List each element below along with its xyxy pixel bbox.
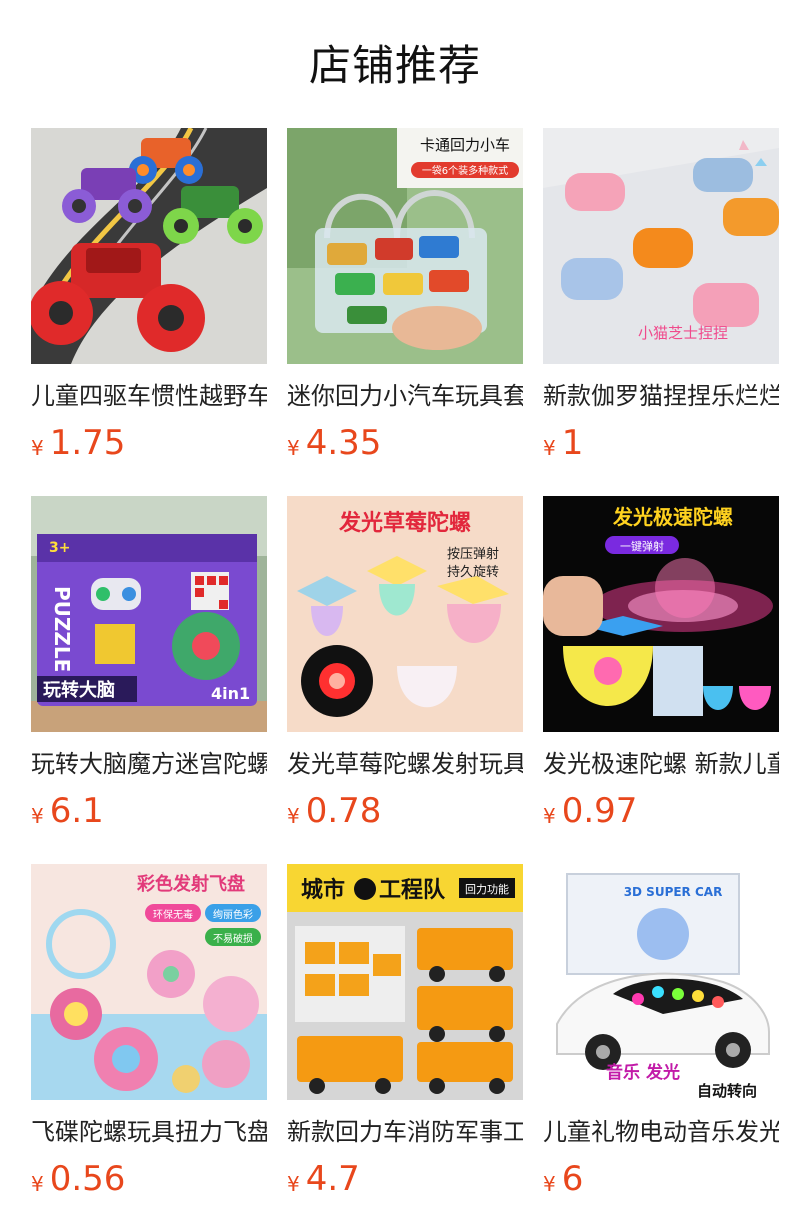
image-text: 一袋6个装多种款式 [422,164,508,177]
price-amount: 4.7 [305,1159,360,1199]
product-name[interactable]: 新款回力车消防军事工程 [287,1112,523,1152]
currency-symbol: ¥ [543,804,556,828]
image-text: 不易破损 [213,932,253,945]
store-recommendations-page: 店铺推荐 儿童四驱车惯性越野车 ¥ 1.75 卡通回力小车 一袋6个装多种款式 … [0,0,790,1232]
currency-symbol: ¥ [287,804,300,828]
product-image[interactable]: 3+ PUZZLE 玩转大脑 4in1 [31,496,267,732]
product-name[interactable]: 儿童四驱车惯性越野车 [31,376,267,416]
price-amount: 6 [561,1159,584,1199]
product-image[interactable]: 3D SUPER CAR 音乐 发光 自动转向 [543,864,779,1100]
image-text: 3D SUPER CAR [624,885,723,899]
product-card[interactable]: 儿童四驱车惯性越野车 ¥1.75 [31,128,267,468]
price-amount: 6.1 [49,791,104,831]
product-name[interactable]: 儿童礼物电动音乐发光车 [543,1112,779,1152]
currency-symbol: ¥ [31,1172,44,1196]
product-image[interactable] [31,128,267,364]
image-text: 发光极速陀螺 [612,505,733,529]
product-name[interactable]: 玩转大脑魔方迷宫陀螺 [31,744,267,784]
product-name[interactable]: 发光极速陀螺 新款儿童 [543,744,779,784]
product-price: ¥1.75 [31,420,267,466]
image-text: 一键弹射 [620,539,664,553]
price-amount: 0.78 [305,791,382,831]
image-text: 回力功能 [465,882,509,896]
product-image[interactable]: 发光极速陀螺 一键弹射 [543,496,779,732]
product-price: ¥6 [543,1156,779,1202]
currency-symbol: ¥ [287,436,300,460]
image-text: 绚丽色彩 [213,908,253,921]
product-image[interactable]: 小猫芝士捏捏 [543,128,779,364]
product-name[interactable]: 迷你回力小汽车玩具套装 [287,376,523,416]
product-card[interactable]: 发光极速陀螺 一键弹射 发光极速陀螺 新款儿童 ¥0.97 [543,496,779,836]
product-card[interactable]: 3+ PUZZLE 玩转大脑 4in1 玩转大脑魔方迷宫陀螺 ¥ 6.1 [31,496,267,836]
product-card[interactable]: 小猫芝士捏捏 新款伽罗猫捏捏乐烂烂 ¥1 [543,128,779,468]
image-text: 按压弹射 [447,546,499,562]
product-name[interactable]: 飞碟陀螺玩具扭力飞盘 [31,1112,267,1152]
product-image[interactable]: 彩色发射飞盘 环保无毒 绚丽色彩 不易破损 [31,864,267,1100]
price-amount: 1.75 [49,423,126,463]
currency-symbol: ¥ [31,804,44,828]
price-amount: 0.97 [561,791,638,831]
product-card[interactable]: 卡通回力小车 一袋6个装多种款式 迷你回力小汽车玩具套装 [287,128,523,468]
image-text: 音乐 发光 [606,1062,680,1083]
image-text: 玩转大脑 [43,679,115,701]
product-price: ¥0.97 [543,788,779,834]
image-text: 卡通回力小车 [420,136,510,154]
price-amount: 0.56 [49,1159,126,1199]
product-price: ¥4.35 [287,420,523,466]
product-price: ¥4.7 [287,1156,523,1202]
section-title: 店铺推荐 [308,41,481,90]
image-text: PUZZLE [50,586,74,672]
product-card[interactable]: 发光草莓陀螺 按压弹射 持久旋转 发光草莓陀螺发射玩具 ¥0.78 [287,496,523,836]
image-text: 小猫芝士捏捏 [638,324,728,342]
currency-symbol: ¥ [543,1172,556,1196]
product-price: ¥0.78 [287,788,523,834]
image-text: 3+ [49,540,70,556]
price-amount: 1 [561,423,584,463]
image-text: 4in1 [211,684,250,703]
image-text: 城市 [301,877,345,903]
currency-symbol: ¥ [543,436,556,460]
product-price: ¥0.56 [31,1156,267,1202]
currency-symbol: ¥ [287,1172,300,1196]
product-card[interactable]: 城市 工程队 回力功能 新款回力车消防军事工 ¥ 4.7 [287,864,523,1204]
product-name[interactable]: 发光草莓陀螺发射玩具 [287,744,523,784]
image-text: 彩色发射飞盘 [136,873,245,895]
product-price: ¥6.1 [31,788,267,834]
image-text: 环保无毒 [153,908,193,921]
image-text: 自动转向 [697,1082,757,1100]
price-amount: 4.35 [305,423,382,463]
image-text: 工程队 [379,878,446,903]
image-text: 发光草莓陀螺 [338,510,471,536]
product-card[interactable]: 彩色发射飞盘 环保无毒 绚丽色彩 不易破损 飞碟陀螺玩具扭力飞盘 ¥ 0.56 [31,864,267,1204]
product-card[interactable]: 3D SUPER CAR 音乐 发光 自动转向 儿童礼物电动音乐发光车 [543,864,779,1204]
product-name[interactable]: 新款伽罗猫捏捏乐烂烂 [543,376,779,416]
product-image[interactable]: 发光草莓陀螺 按压弹射 持久旋转 [287,496,523,732]
product-image[interactable]: 城市 工程队 回力功能 [287,864,523,1100]
product-image[interactable]: 卡通回力小车 一袋6个装多种款式 [287,128,523,364]
product-price: ¥1 [543,420,779,466]
currency-symbol: ¥ [31,436,44,460]
